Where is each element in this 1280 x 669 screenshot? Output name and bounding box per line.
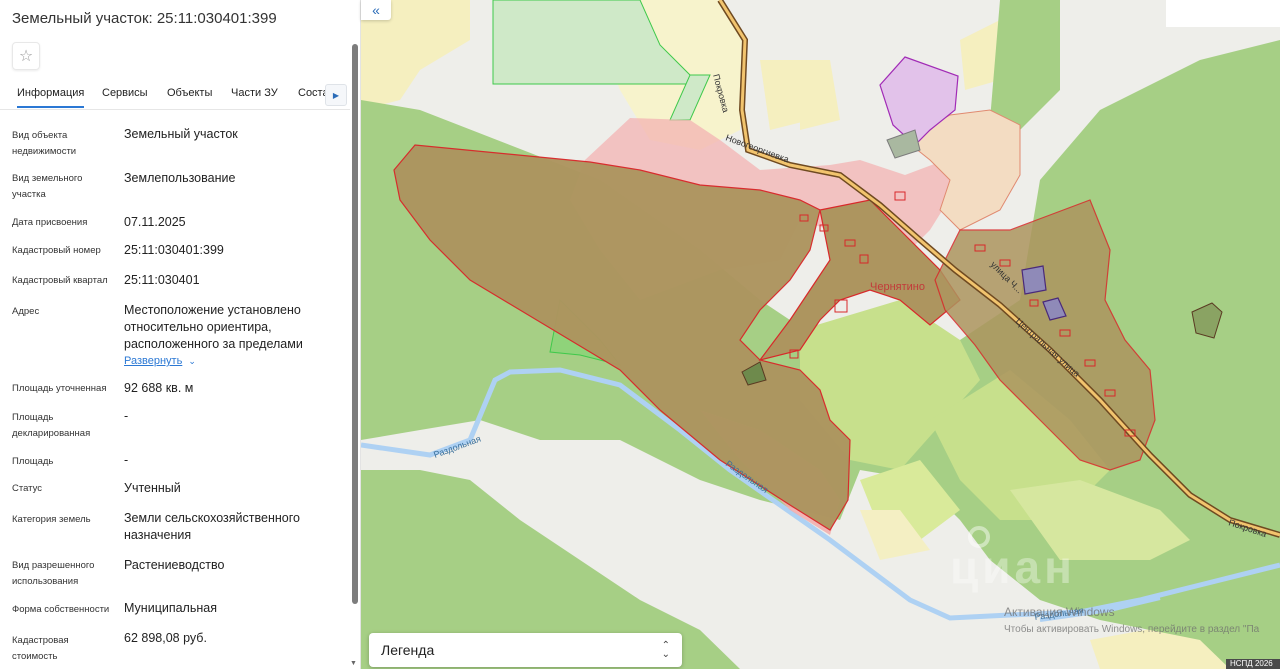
row-value: Муниципальная xyxy=(124,601,217,615)
legend-dropdown[interactable]: Легенда ⌃ ⌄ xyxy=(369,633,682,667)
row-label: Вид объекта недвижимости xyxy=(12,130,77,157)
chevron-down-icon: ⌄ xyxy=(188,356,196,366)
expand-label: Развернуть xyxy=(124,355,183,367)
row-label: Площадь декларированная xyxy=(12,412,91,439)
row-label: Вид разрешенного использования xyxy=(12,560,95,587)
row-label: Кадастровая стоимость xyxy=(12,635,69,662)
row-value: - xyxy=(124,453,129,467)
panel-scrollbar[interactable] xyxy=(352,44,358,604)
map-credit: НСПД 2026 xyxy=(1226,659,1280,669)
info-panel: Земельный участок: 25:11:030401:399 ☆ Ин… xyxy=(0,0,361,669)
row-value: 07.11.2025 xyxy=(124,215,186,229)
expand-address-link[interactable]: Развернуть ⌄ xyxy=(124,355,196,367)
brand-watermark: циан xyxy=(950,541,1076,593)
purple-small-parcel[interactable] xyxy=(1021,265,1047,295)
page-title: Земельный участок: 25:11:030401:399 xyxy=(12,10,277,27)
windows-activation-title: Активация Windows xyxy=(1004,605,1115,619)
map-view[interactable]: Чернятино Покровка Новогеоргиевка Покров… xyxy=(361,0,1280,669)
row-label: Дата присвоения xyxy=(12,217,88,228)
collapse-panel-button[interactable]: « xyxy=(361,0,391,20)
row-value: Учтенный xyxy=(124,481,181,495)
row-value: Земельный участок xyxy=(124,127,238,141)
star-icon: ☆ xyxy=(18,48,34,65)
row-value: 25:11:030401 xyxy=(124,273,200,287)
row-value: Земли сельскохозяйственного назначения xyxy=(124,511,300,542)
row-label: Кадастровый номер xyxy=(12,245,101,256)
row-label: Площадь уточненная xyxy=(12,383,107,394)
tab-services[interactable]: Сервисы xyxy=(102,87,148,99)
map-canvas[interactable]: Чернятино Покровка Новогеоргиевка Покров… xyxy=(361,0,1280,669)
village-label: Чернятино xyxy=(870,281,925,293)
legend-label: Легенда xyxy=(381,642,435,658)
tab-bar: Информация Сервисы Объекты Части ЗУ Сост… xyxy=(0,82,350,110)
address-value: Местоположение установлено относительно … xyxy=(124,303,303,351)
row-label: Кадастровый квартал xyxy=(12,275,108,286)
row-value: 92 688 кв. м xyxy=(124,381,194,395)
tab-composition[interactable]: Состав xyxy=(298,87,326,99)
scroll-down-arrow-icon[interactable]: ▼ xyxy=(350,660,357,667)
tab-clip: Состав xyxy=(296,82,326,109)
double-chevron-left-icon: « xyxy=(372,2,380,18)
tab-parcel-parts[interactable]: Части ЗУ xyxy=(231,87,278,99)
row-value: 25:11:030401:399 xyxy=(124,243,224,257)
row-label: Площадь xyxy=(12,456,54,467)
row-label: Статус xyxy=(12,483,43,494)
row-label: Форма собственности xyxy=(12,604,110,615)
tab-objects[interactable]: Объекты xyxy=(167,87,212,99)
row-label: Адрес xyxy=(12,306,40,317)
favorite-button[interactable]: ☆ xyxy=(12,42,40,70)
windows-activation-text: Чтобы активировать Windows, перейдите в … xyxy=(1004,624,1260,635)
row-label: Категория земель xyxy=(12,514,91,525)
tab-information[interactable]: Информация xyxy=(17,87,85,108)
chevron-right-icon: ▶ xyxy=(332,90,340,100)
row-value: Землепользование xyxy=(124,171,236,185)
row-value: 62 898,08 руб. xyxy=(124,631,207,645)
tabs-scroll-right-button[interactable]: ▶ xyxy=(325,84,347,106)
row-label: Вид земельного участка xyxy=(12,173,83,200)
map-search-box[interactable] xyxy=(1166,0,1280,27)
row-value: Растениеводство xyxy=(124,558,225,572)
row-value: - xyxy=(124,409,129,423)
chevron-updown-icon: ⌃ ⌄ xyxy=(661,640,670,660)
